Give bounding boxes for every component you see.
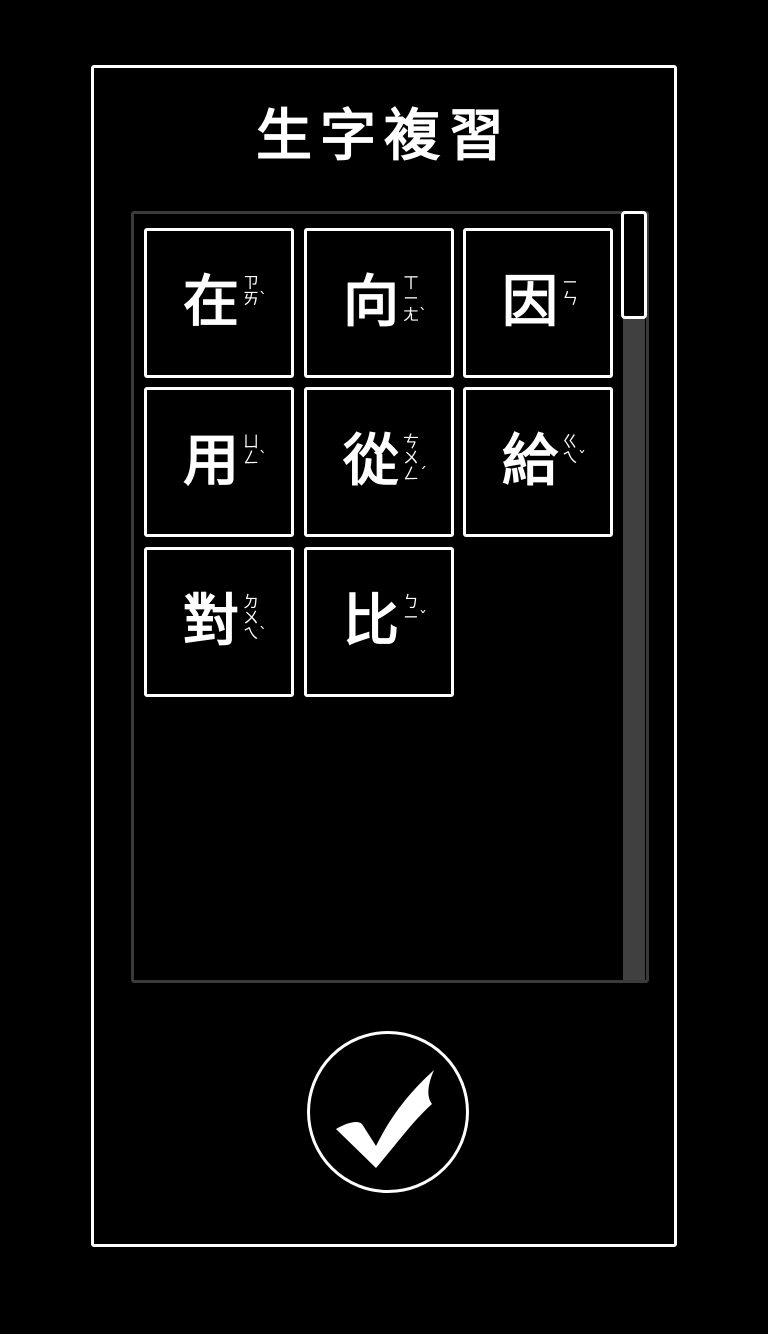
character-glyph: 對 <box>183 588 239 654</box>
zhuyin-label: ㄧㄣ <box>562 273 579 308</box>
page-title: 生字複習 <box>256 103 512 169</box>
zhuyin-label: ㄘㄨㄥˊ <box>403 432 428 483</box>
character-glyph: 在 <box>183 269 239 335</box>
checkmark-icon <box>336 1070 434 1168</box>
zhuyin-label: ㄗㄞˋ <box>243 273 268 308</box>
character-card[interactable]: 給 ㄍㄟˇ <box>463 387 613 537</box>
character-card[interactable]: 因 ㄧㄣ <box>463 228 613 378</box>
zhuyin-label: ㄒㄧㄤˋ <box>403 273 428 324</box>
zhuyin-label: ㄉㄨㄟˋ <box>243 592 268 643</box>
character-glyph: 從 <box>343 428 399 494</box>
character-card[interactable]: 向 ㄒㄧㄤˋ <box>304 228 454 378</box>
character-list[interactable]: 在 ㄗㄞˋ 向 ㄒㄧㄤˋ 因 ㄧㄣ 用 ㄩㄥˋ 從 ㄘㄨㄥˊ 給 ㄍㄟˇ 對 ㄉ… <box>131 211 649 983</box>
character-card[interactable]: 從 ㄘㄨㄥˊ <box>304 387 454 537</box>
character-glyph: 用 <box>183 428 239 494</box>
scrollbar-track[interactable] <box>623 214 645 980</box>
character-glyph: 向 <box>343 269 399 335</box>
character-card[interactable]: 用 ㄩㄥˋ <box>144 387 294 537</box>
zhuyin-label: ㄍㄟˇ <box>562 432 587 467</box>
scrollbar-thumb[interactable] <box>621 211 647 319</box>
character-card[interactable]: 比 ㄅㄧˇ <box>304 547 454 697</box>
confirm-button[interactable] <box>307 1031 469 1193</box>
character-glyph: 給 <box>502 428 558 494</box>
character-glyph: 因 <box>502 269 558 335</box>
zhuyin-label: ㄅㄧˇ <box>403 592 428 627</box>
character-card[interactable]: 在 ㄗㄞˋ <box>144 228 294 378</box>
character-card[interactable]: 對 ㄉㄨㄟˋ <box>144 547 294 697</box>
zhuyin-label: ㄩㄥˋ <box>243 432 268 467</box>
character-glyph: 比 <box>343 588 399 654</box>
